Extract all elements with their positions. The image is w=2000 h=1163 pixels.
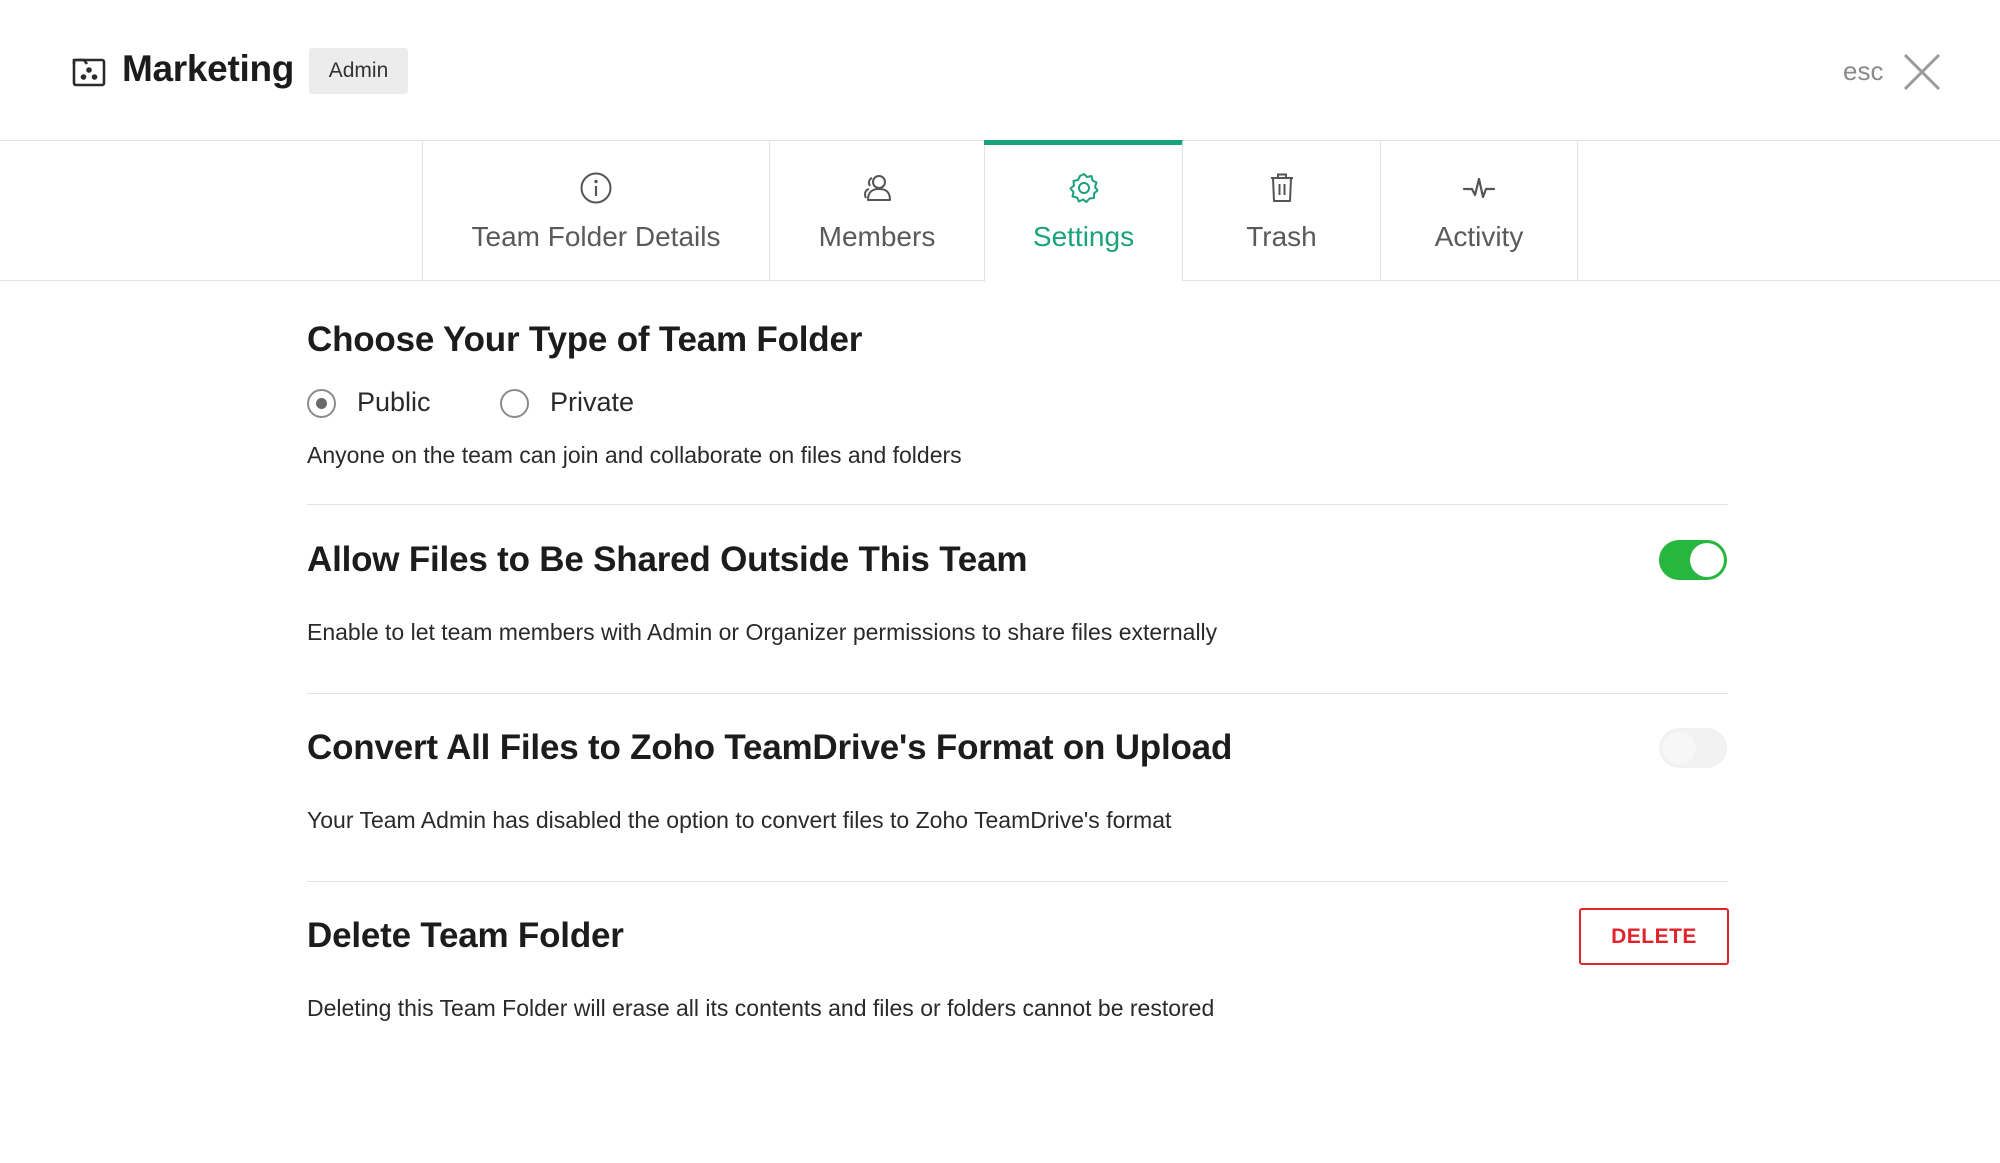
radio-public[interactable]: [307, 389, 336, 418]
toggle-knob: [1690, 543, 1724, 577]
tab-activity[interactable]: Activity: [1380, 141, 1578, 281]
page-title: Marketing: [122, 48, 295, 89]
gear-icon: [1069, 173, 1098, 203]
convert-files-description: Your Team Admin has disabled the option …: [307, 807, 1172, 833]
delete-folder-description: Deleting this Team Folder will erase all…: [307, 995, 1215, 1021]
divider: [307, 693, 1728, 694]
toggle-knob: [1662, 731, 1696, 765]
members-icon: [864, 175, 891, 201]
esc-hint: esc: [1843, 56, 1884, 86]
radio-private[interactable]: [500, 389, 529, 418]
folder-type-title: Choose Your Type of Team Folder: [307, 320, 863, 359]
radio-private-label[interactable]: Private: [550, 387, 634, 418]
convert-files-title: Convert All Files to Zoho TeamDrive's Fo…: [307, 728, 1233, 767]
activity-icon: [1462, 177, 1496, 199]
delete-button[interactable]: DELETE: [1579, 908, 1729, 965]
radio-public-label[interactable]: Public: [357, 387, 431, 418]
tab-label: Team Folder Details: [471, 221, 721, 252]
external-sharing-description: Enable to let team members with Admin or…: [307, 619, 1218, 645]
tab-bar: Team Folder Details Members Settings Tra…: [0, 140, 2000, 282]
divider: [307, 881, 1728, 882]
external-sharing-toggle[interactable]: [1659, 540, 1727, 580]
tab-label: Trash: [1246, 221, 1317, 252]
folder-type-description: Anyone on the team can join and collabor…: [307, 442, 962, 468]
header: Marketing Admin esc: [0, 0, 2000, 141]
role-badge: Admin: [309, 48, 408, 94]
team-folder-settings-page: Marketing Admin esc Team Folder Details: [0, 0, 2000, 1163]
tab-settings[interactable]: Settings: [984, 140, 1183, 282]
tab-members[interactable]: Members: [769, 141, 984, 281]
tab-label: Settings: [1032, 221, 1135, 252]
tab-team-folder-details[interactable]: Team Folder Details: [422, 141, 769, 281]
external-sharing-title: Allow Files to Be Shared Outside This Te…: [307, 540, 1028, 579]
convert-files-toggle: [1659, 728, 1727, 768]
info-icon: [580, 172, 612, 204]
close-icon[interactable]: [1900, 50, 1944, 94]
tab-label: Members: [818, 221, 936, 252]
tab-label: Activity: [1434, 221, 1524, 252]
tab-trash[interactable]: Trash: [1182, 141, 1380, 281]
trash-icon: [1270, 173, 1293, 202]
delete-folder-title: Delete Team Folder: [307, 916, 624, 955]
team-folder-icon: [72, 58, 106, 87]
divider: [307, 504, 1728, 505]
